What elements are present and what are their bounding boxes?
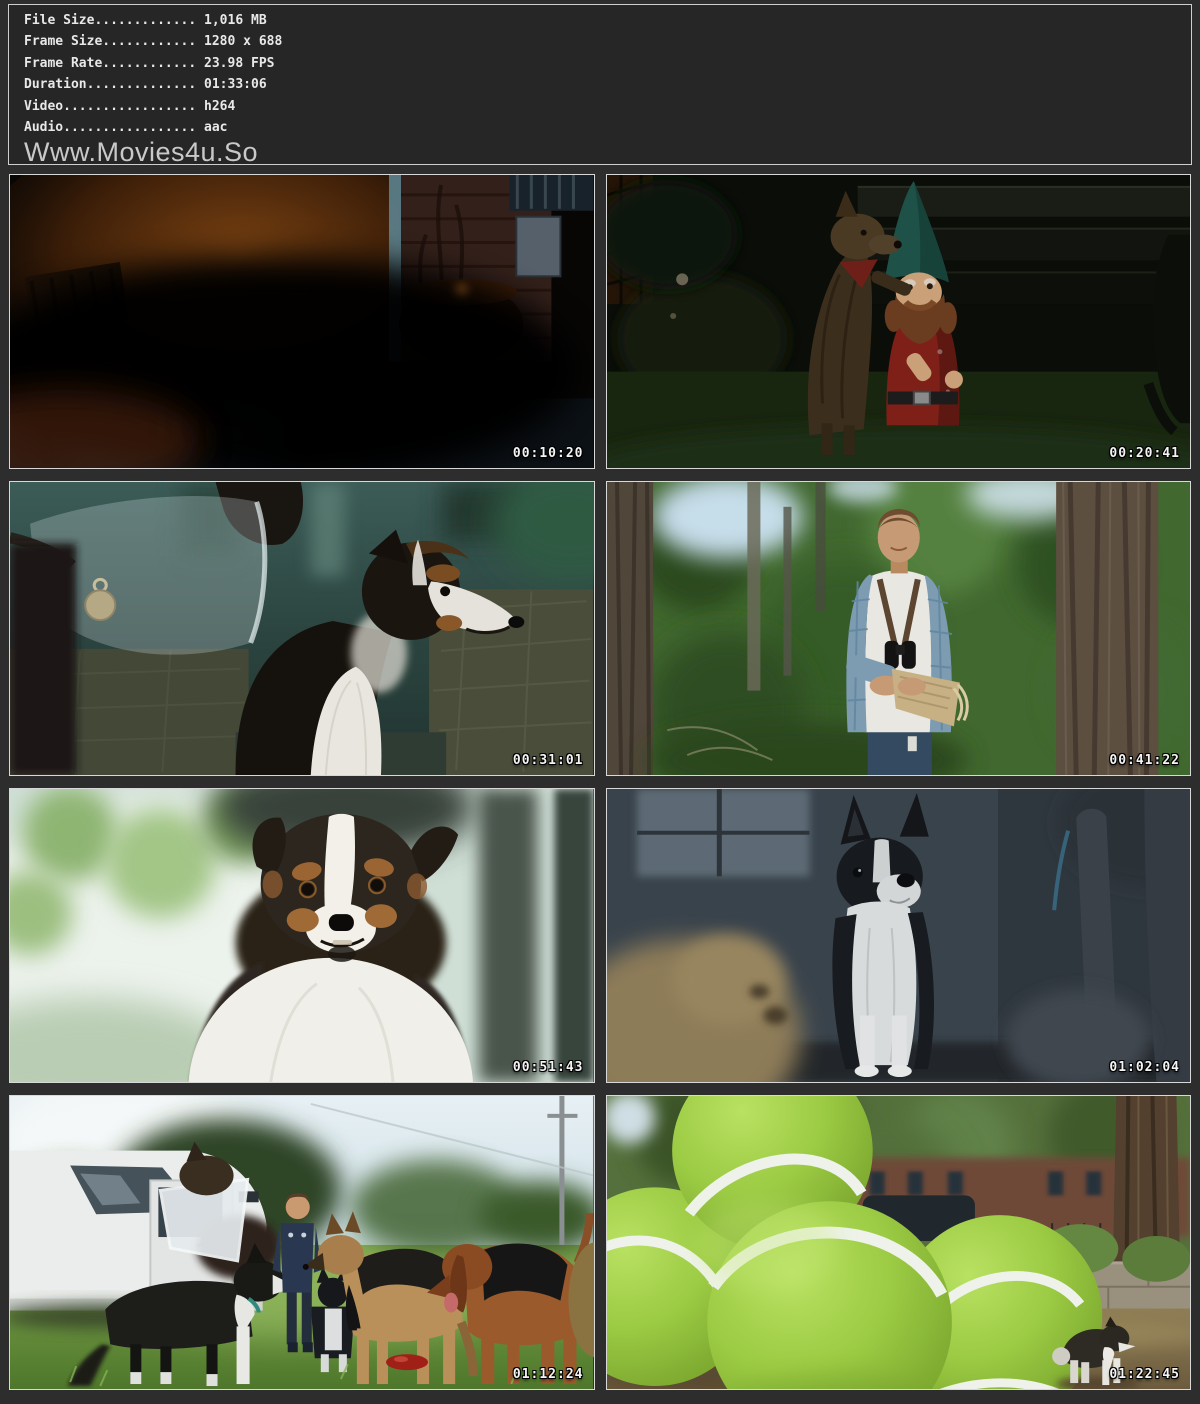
info-label: File Size <box>24 13 94 28</box>
timestamp-overlay: 01:22:45 <box>1109 1367 1180 1382</box>
info-row-frame-rate: Frame Rate............ 23.98 FPS <box>24 53 1181 74</box>
info-row-audio: Audio................. aac <box>24 117 1181 138</box>
scene-k9-unit: 14 <box>10 1096 594 1389</box>
dot-leader: ............ <box>102 56 196 71</box>
scene-dog-and-gnome <box>607 175 1191 468</box>
info-row-video: Video................. h264 <box>24 96 1181 117</box>
screenshot-thumbnail-2[interactable]: 00:20:41 <box>606 174 1192 469</box>
scene-barn-aussie <box>10 482 594 775</box>
screenshot-grid: 00:10:20 <box>9 174 1191 1390</box>
dot-leader: ............ <box>102 34 196 49</box>
screenshot-thumbnail-7[interactable]: 14 <box>9 1095 595 1390</box>
info-label: Frame Rate <box>24 56 102 71</box>
dot-leader: .............. <box>87 77 197 92</box>
info-label: Frame Size <box>24 34 102 49</box>
screenshot-thumbnail-4[interactable]: 00:41:22 <box>606 481 1192 776</box>
screenshot-thumbnail-3[interactable]: 00:31:01 <box>9 481 595 776</box>
info-value: 01:33:06 <box>196 77 266 92</box>
scene-forest-man <box>607 482 1191 775</box>
screenshot-thumbnail-5[interactable]: 00:51:43 <box>9 788 595 1083</box>
scene-night-alley <box>10 175 594 468</box>
dot-leader: ................. <box>63 99 196 114</box>
media-info-panel: File Size............. 1,016 MB Frame Si… <box>8 4 1192 165</box>
dot-leader: ............. <box>94 13 196 28</box>
info-row-file-size: File Size............. 1,016 MB <box>24 10 1181 31</box>
timestamp-overlay: 00:31:01 <box>513 753 584 768</box>
screenshot-thumbnail-1[interactable]: 00:10:20 <box>9 174 595 469</box>
info-row-duration: Duration.............. 01:33:06 <box>24 74 1181 95</box>
info-value: h264 <box>196 99 235 114</box>
info-row-frame-size: Frame Size............ 1280 x 688 <box>24 31 1181 52</box>
timestamp-overlay: 00:41:22 <box>1109 753 1180 768</box>
scene-boston-terrier <box>607 789 1191 1082</box>
screenshot-thumbnail-6[interactable]: 01:02:04 <box>606 788 1192 1083</box>
scene-giant-tennis-balls <box>607 1096 1191 1389</box>
info-label: Duration <box>24 77 87 92</box>
screenshot-thumbnail-8[interactable]: 01:22:45 <box>606 1095 1192 1390</box>
timestamp-overlay: 00:20:41 <box>1109 446 1180 461</box>
dot-leader: ................. <box>63 120 196 135</box>
info-value: 23.98 FPS <box>196 56 274 71</box>
scene-aussie-portrait <box>10 789 594 1082</box>
info-label: Video <box>24 99 63 114</box>
timestamp-overlay: 01:12:24 <box>513 1367 584 1382</box>
info-value: aac <box>196 120 227 135</box>
info-value: 1,016 MB <box>196 13 266 28</box>
timestamp-overlay: 01:02:04 <box>1109 1060 1180 1075</box>
info-value: 1280 x 688 <box>196 34 282 49</box>
timestamp-overlay: 00:51:43 <box>513 1060 584 1075</box>
info-label: Audio <box>24 120 63 135</box>
timestamp-overlay: 00:10:20 <box>513 446 584 461</box>
site-watermark: Www.Movies4u.So <box>24 138 1181 165</box>
